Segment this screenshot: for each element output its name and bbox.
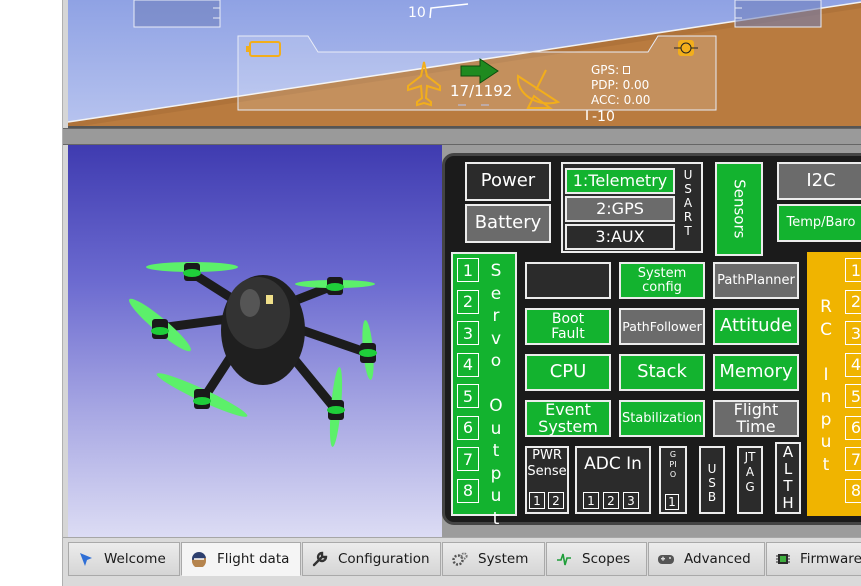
sensors-indicator[interactable]: Sensors: [715, 162, 763, 256]
rc-port-8[interactable]: 8: [845, 478, 861, 503]
servo-port-5[interactable]: 5: [457, 384, 479, 408]
pwr-sense-label: PWR Sense: [527, 448, 567, 479]
aux-port-indicator[interactable]: 3:AUX: [565, 224, 675, 250]
adc-port[interactable]: 1: [583, 492, 599, 509]
pwr-sense-port[interactable]: 1: [529, 492, 545, 509]
board-diagram: Power Battery 1:Telemetry 2:GPS 3:AUX US…: [442, 153, 861, 529]
pdp-value: PDP: 0.00: [591, 78, 650, 92]
servo-port-7[interactable]: 7: [457, 447, 479, 471]
stack-indicator[interactable]: Stack: [619, 354, 705, 391]
tab-flight-data[interactable]: Flight data: [181, 542, 301, 576]
usb-label: USB: [707, 462, 717, 504]
path-planner-indicator[interactable]: PathPlanner: [713, 262, 799, 299]
model-view[interactable]: [68, 145, 442, 537]
mode-tab-bar: Welcome Flight data Configuration System…: [63, 537, 861, 586]
gears-icon: [451, 550, 469, 568]
system-config-indicator[interactable]: System config: [619, 262, 705, 299]
gcs-window: 10 -10 17/1192 GPS: PDP: 0.00 ACC: 0.00: [62, 0, 861, 586]
waypoint-counter: 17/1192: [450, 82, 513, 100]
primary-flight-display: 10 -10 17/1192 GPS: PDP: 0.00 ACC: 0.00: [68, 0, 861, 128]
rc-port-3[interactable]: 3: [845, 321, 861, 345]
blank-indicator[interactable]: [525, 262, 611, 299]
usart-label: USART: [683, 168, 693, 238]
gps-port-indicator[interactable]: 2:GPS: [565, 196, 675, 222]
boot-fault-indicator[interactable]: Boot Fault: [525, 308, 611, 345]
tab-scopes[interactable]: Scopes: [546, 542, 647, 576]
chip-icon: [775, 550, 791, 568]
welcome-icon: [77, 550, 95, 568]
gamepad-icon: [657, 550, 675, 568]
rc-port-4[interactable]: 4: [845, 352, 861, 377]
servo-port-3[interactable]: 3: [457, 321, 479, 345]
servo-port-8[interactable]: 8: [457, 478, 479, 503]
artificial-horizon: [68, 0, 861, 126]
gpio-label: GPIO: [669, 450, 677, 479]
servo-port-2[interactable]: 2: [457, 289, 479, 314]
rc-port-6[interactable]: 6: [845, 415, 861, 440]
rc-port-2[interactable]: 2: [845, 289, 861, 314]
event-system-indicator[interactable]: Event System: [525, 400, 611, 437]
telemetry-indicator[interactable]: 1:Telemetry: [565, 168, 675, 194]
rc-input-label: R C I n p u t: [820, 297, 832, 475]
i2c-indicator[interactable]: I2C: [777, 162, 861, 200]
tab-firmware[interactable]: Firmware: [766, 542, 861, 576]
path-follower-indicator[interactable]: PathFollower: [619, 308, 705, 345]
alth-label: ALTH: [782, 443, 794, 512]
tab-configuration[interactable]: Configuration: [302, 542, 441, 576]
rc-port-1[interactable]: 1: [845, 258, 861, 282]
battery-indicator[interactable]: Battery: [465, 204, 551, 243]
cpu-indicator[interactable]: CPU: [525, 354, 611, 391]
tab-welcome[interactable]: Welcome: [68, 542, 180, 576]
tab-advanced[interactable]: Advanced: [648, 542, 765, 576]
attitude-indicator[interactable]: Attitude: [713, 308, 799, 345]
power-indicator[interactable]: Power: [465, 162, 551, 201]
memory-indicator[interactable]: Memory: [713, 354, 799, 391]
servo-port-4[interactable]: 4: [457, 352, 479, 377]
flight-data-icon: [190, 550, 208, 568]
pitch-label-top: 10: [408, 5, 426, 21]
panel-splitter[interactable]: [63, 128, 861, 145]
adc-port[interactable]: 3: [623, 492, 639, 509]
pitch-label-bottom: -10: [592, 109, 615, 125]
gpio-port[interactable]: 1: [665, 494, 679, 510]
rc-port-5[interactable]: 5: [845, 384, 861, 408]
gps-status: GPS:: [591, 63, 631, 78]
rc-port-7[interactable]: 7: [845, 447, 861, 471]
temp-baro-indicator[interactable]: Temp/Baro: [777, 204, 861, 242]
servo-port-6[interactable]: 6: [457, 415, 479, 440]
system-health-map: Power Battery 1:Telemetry 2:GPS 3:AUX US…: [442, 145, 861, 537]
flight-time-indicator[interactable]: Flight Time: [713, 400, 799, 437]
jtag-label: JTAG: [744, 450, 756, 494]
servo-port-1[interactable]: 1: [457, 258, 479, 282]
hexacopter-model: [129, 262, 377, 447]
scope-icon: [555, 550, 573, 568]
stabilization-indicator[interactable]: Stabilization: [619, 400, 705, 437]
pwr-sense-port[interactable]: 2: [548, 492, 564, 509]
tab-system[interactable]: System: [442, 542, 545, 576]
adc-in-label: ADC In: [584, 454, 642, 474]
servo-output-label: S e r v o O u t p u t: [489, 261, 503, 529]
wrench-icon: [311, 550, 329, 568]
acc-value: ACC: 0.00: [591, 93, 651, 107]
adc-port[interactable]: 2: [603, 492, 619, 509]
